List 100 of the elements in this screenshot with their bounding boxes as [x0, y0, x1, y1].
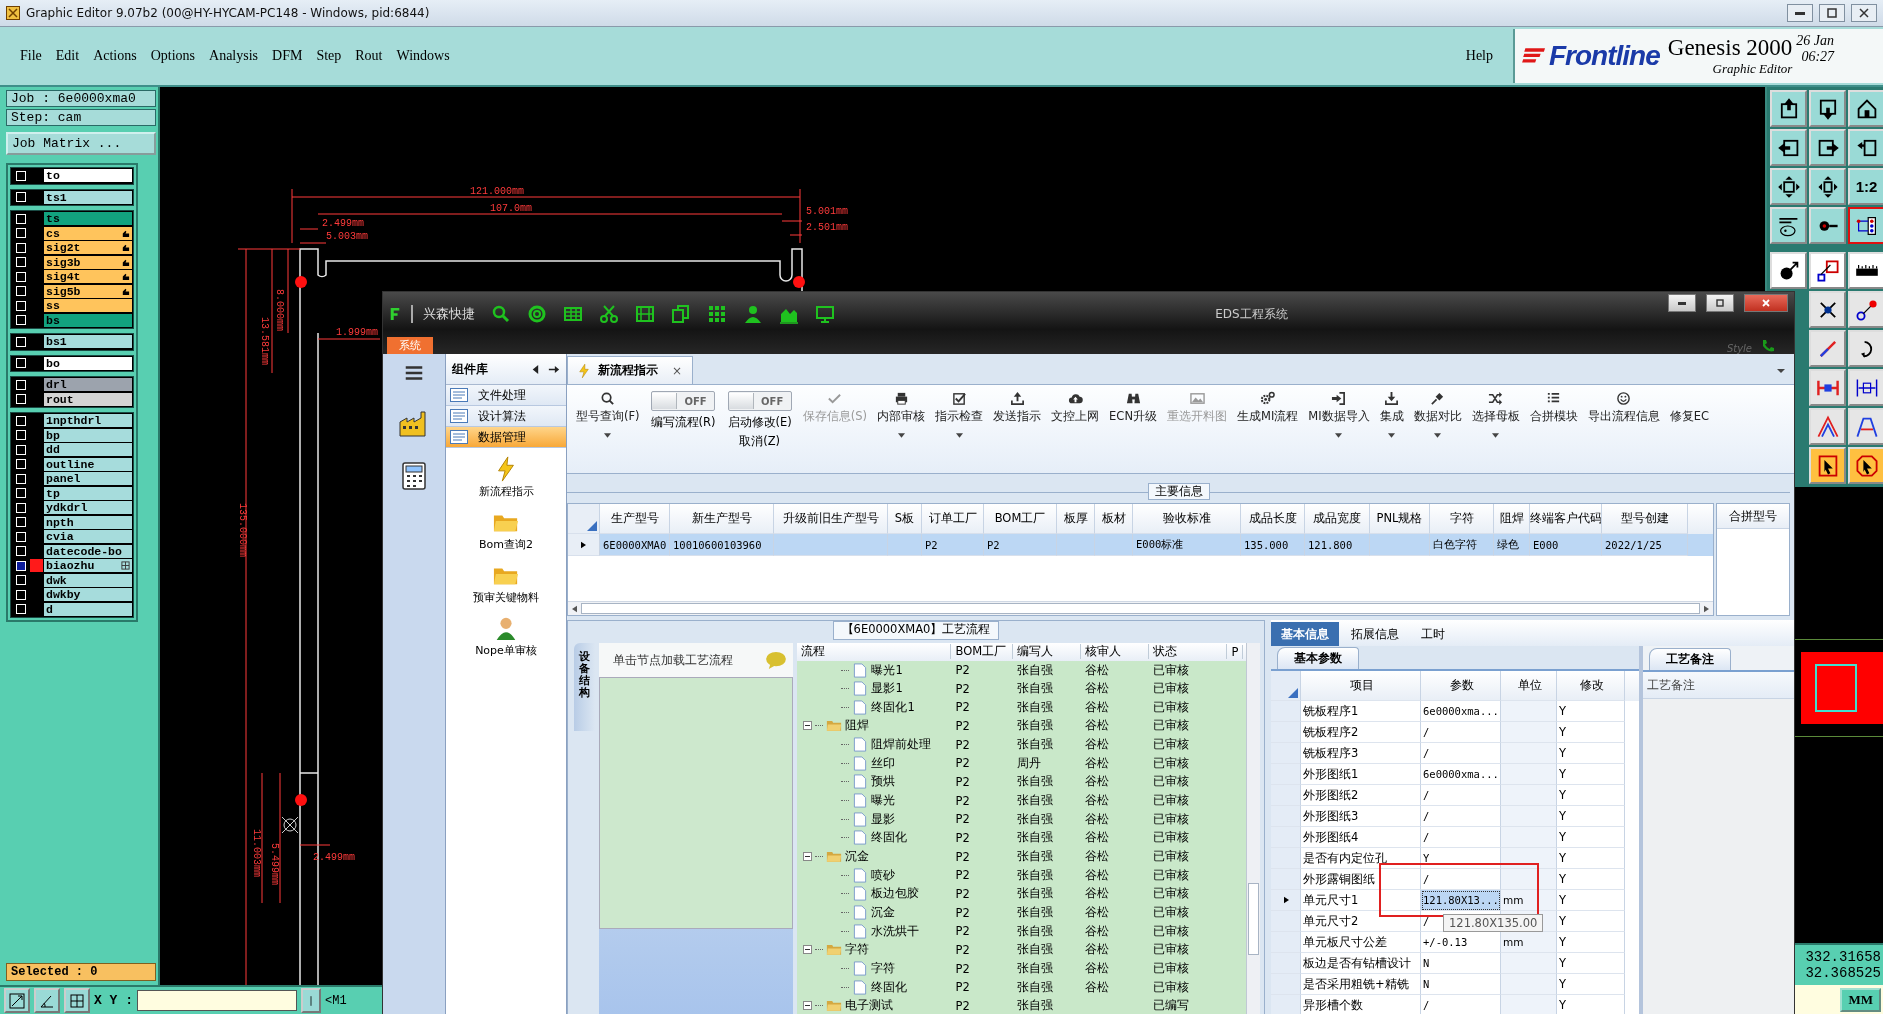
- layer-name[interactable]: biaozhu: [44, 559, 132, 573]
- layer-checkbox[interactable]: [16, 517, 26, 528]
- tree-row[interactable]: 板边包胶 P2 张自强 谷松 已审核: [797, 884, 1246, 904]
- scroll-left-icon[interactable]: [572, 604, 577, 613]
- measure-button[interactable]: [1848, 369, 1883, 406]
- film-icon[interactable]: [635, 304, 655, 324]
- box-right-arrow-button[interactable]: [1809, 129, 1846, 166]
- person-icon[interactable]: [743, 304, 763, 324]
- layer-name[interactable]: drl: [44, 378, 132, 392]
- layer-name[interactable]: cs: [44, 226, 132, 240]
- tree-row[interactable]: 曝光1 P2 张自强 谷松 已审核: [797, 660, 1246, 680]
- layer-checkbox[interactable]: [16, 459, 26, 470]
- layer-checkbox[interactable]: [16, 560, 26, 571]
- tree-row[interactable]: 阻焊前处理 P2 张自强 谷松 已审核: [797, 735, 1246, 754]
- expand-arrows-button[interactable]: [1770, 168, 1807, 205]
- layer-checkbox[interactable]: [16, 394, 26, 405]
- table-row[interactable]: 单元尺寸1 121.80X13... mm Y: [1271, 890, 1639, 911]
- menu-item[interactable]: Rout: [349, 46, 389, 66]
- tool-item[interactable]: Nope单审核: [475, 615, 537, 658]
- dropdown-icon[interactable]: [1776, 368, 1786, 374]
- layer-name[interactable]: outline: [44, 457, 132, 471]
- compress-arrows-button[interactable]: [1809, 168, 1846, 205]
- job-matrix-button[interactable]: Job Matrix ...: [6, 132, 156, 155]
- shapes-button[interactable]: [1809, 252, 1846, 289]
- menu-item[interactable]: DFM: [266, 46, 309, 66]
- document-tab[interactable]: 新流程指示 ×: [567, 356, 694, 384]
- tree-row[interactable]: 终固化 P2 张自强 谷松 已审核: [797, 828, 1246, 848]
- layer-name[interactable]: bs1: [44, 335, 132, 349]
- layer-checkbox[interactable]: [16, 379, 26, 390]
- layer-name[interactable]: bo: [44, 356, 132, 370]
- column-header[interactable]: 流程: [797, 644, 952, 660]
- toolbar-button[interactable]: 合拼模块: [1524, 389, 1583, 426]
- layer-checkbox[interactable]: [16, 286, 26, 297]
- phone-icon[interactable]: [1760, 338, 1776, 354]
- toolbar-button[interactable]: 集成: [1374, 389, 1409, 440]
- layer-name[interactable]: dwkby: [44, 588, 132, 602]
- panel-item[interactable]: 文件处理: [446, 385, 566, 406]
- layer-checkbox[interactable]: [16, 546, 26, 557]
- layer-checkbox[interactable]: [16, 575, 26, 586]
- snap-button[interactable]: [301, 988, 321, 1013]
- table-row[interactable]: 是否有内定位孔 Y Y: [1271, 848, 1639, 869]
- ruler-button[interactable]: [1848, 252, 1883, 289]
- cross-button[interactable]: [1809, 291, 1846, 328]
- layer-name[interactable]: ydkdrl: [44, 501, 132, 515]
- monitor-icon[interactable]: [815, 304, 835, 324]
- layer-name[interactable]: rout: [44, 392, 132, 406]
- help-menu[interactable]: Help: [1459, 46, 1499, 66]
- toolbar-button[interactable]: 内部审核: [872, 389, 931, 440]
- layer-checkbox[interactable]: [16, 502, 26, 513]
- coordinate-field[interactable]: [137, 990, 297, 1011]
- layer-checkbox[interactable]: [16, 415, 26, 426]
- undo-box-button[interactable]: [1848, 129, 1883, 166]
- tree-row[interactable]: 显影 P2 张自强 谷松 已审核: [797, 809, 1246, 829]
- tool-item[interactable]: Bom查询2: [479, 509, 533, 552]
- box-left-arrow-button[interactable]: [1770, 129, 1807, 166]
- slash-line-button[interactable]: [1809, 330, 1846, 367]
- toolbar-button[interactable]: 选择母板: [1466, 389, 1525, 440]
- lifebuoy-icon[interactable]: [527, 304, 547, 324]
- column-header[interactable]: 合拼型号: [1717, 504, 1789, 529]
- toolbar-button[interactable]: 生成MI流程: [1232, 389, 1304, 426]
- layer-name[interactable]: dwk: [44, 573, 132, 587]
- layer-checkbox[interactable]: [16, 531, 26, 542]
- layer-name[interactable]: datecode-bo: [44, 544, 132, 558]
- layer-checkbox[interactable]: [16, 192, 26, 203]
- layer-checkbox[interactable]: [16, 170, 26, 181]
- panel-item[interactable]: 数据管理: [446, 427, 566, 448]
- close-tab-button[interactable]: ×: [672, 363, 683, 378]
- measure-tool-button[interactable]: [34, 988, 60, 1013]
- layer-checkbox[interactable]: [16, 336, 26, 347]
- layer-name[interactable]: dd: [44, 443, 132, 457]
- menu-item[interactable]: Analysis: [203, 46, 265, 66]
- layer-checkbox[interactable]: [16, 444, 26, 455]
- layer-checkbox[interactable]: [16, 315, 26, 326]
- vertical-scrollbar[interactable]: [1246, 643, 1260, 1014]
- layer-name[interactable]: sig4t: [44, 270, 132, 284]
- menu-item[interactable]: Edit: [49, 46, 86, 66]
- dot-arrow-button[interactable]: [1770, 252, 1807, 289]
- box-down-arrow-button[interactable]: [1809, 90, 1846, 127]
- tools-palette-button[interactable]: [1770, 207, 1807, 244]
- vertical-tab[interactable]: 设备结构: [574, 643, 595, 731]
- column-header[interactable]: P: [1227, 644, 1244, 659]
- column-header[interactable]: BOM工厂: [951, 644, 1014, 660]
- close-button[interactable]: [1851, 4, 1877, 22]
- tree-row[interactable]: 字符 P2 张自强 谷松 已审核: [797, 940, 1246, 960]
- column-header[interactable]: 参数: [1421, 671, 1501, 701]
- layer-checkbox[interactable]: [16, 473, 26, 484]
- toolbar-button[interactable]: 修复EC: [1664, 389, 1714, 426]
- layer-name[interactable]: to: [44, 169, 132, 183]
- menu-item[interactable]: Step: [310, 46, 348, 66]
- tree-row[interactable]: 水洗烘干 P2 张自强 谷松 已审核: [797, 921, 1246, 941]
- line-button[interactable]: [1809, 369, 1846, 406]
- menu-item[interactable]: Windows: [390, 46, 456, 66]
- scissors-icon[interactable]: [599, 304, 619, 324]
- toolbar-button[interactable]: 发送指示: [988, 389, 1047, 426]
- units-button[interactable]: MM: [1840, 987, 1881, 1012]
- tree-row[interactable]: 喷砂 P2 张自强 谷松 已审核: [797, 865, 1246, 885]
- layer-name[interactable]: bs: [44, 313, 132, 327]
- table-row[interactable]: 铣板程序2 / Y: [1271, 722, 1639, 743]
- house-button[interactable]: [1848, 90, 1883, 127]
- toolbar-button[interactable]: 导出流程信息: [1582, 389, 1665, 426]
